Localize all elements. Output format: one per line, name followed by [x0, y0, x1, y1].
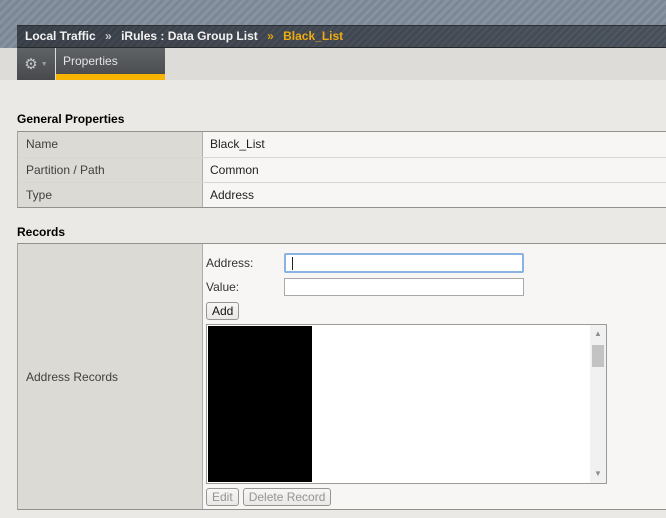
breadcrumb-link-local-traffic[interactable]: Local Traffic [25, 29, 96, 43]
gear-icon: ⚙ [24, 55, 38, 73]
breadcrumb-separator-icon: » [267, 29, 274, 43]
options-menu-button[interactable]: ⚙ ▼ [17, 48, 55, 80]
value-input[interactable] [284, 278, 524, 296]
address-records-content-cell: Address: Value: Add ▲ ▼ Edit Delete Reco… [203, 244, 666, 509]
record-actions-row: Edit Delete Record [206, 488, 666, 506]
records-table: Address Records Address: Value: Add ▲ ▼ [17, 243, 666, 510]
scroll-down-icon[interactable]: ▼ [590, 467, 606, 481]
text-cursor [292, 257, 293, 270]
delete-record-button[interactable]: Delete Record [242, 488, 332, 506]
active-tab-underline [56, 74, 165, 80]
row-label-partition-path: Partition / Path [18, 158, 203, 182]
address-input-row: Address: [206, 253, 666, 273]
edit-button[interactable]: Edit [206, 488, 239, 506]
general-properties-table: Name Black_List Partition / Path Common … [17, 131, 666, 208]
breadcrumb-current-black-list: Black_List [283, 29, 344, 43]
tab-properties-label: Properties [63, 54, 118, 68]
listbox-scrollbar[interactable]: ▲ ▼ [590, 325, 606, 483]
row-label-type: Type [18, 183, 203, 207]
bigip-data-group-properties-page: Local Traffic » iRules : Data Group List… [0, 0, 666, 518]
tab-strip: ⚙ ▼ Properties [0, 48, 666, 80]
add-button[interactable]: Add [206, 302, 240, 320]
row-value-partition-path: Common [203, 158, 666, 182]
tab-properties[interactable]: Properties [56, 48, 165, 80]
table-row: Partition / Path Common [18, 157, 666, 182]
general-properties-heading: General Properties [17, 112, 125, 126]
breadcrumb: Local Traffic » iRules : Data Group List… [17, 25, 666, 48]
row-value-type: Address [203, 183, 666, 207]
records-heading: Records [17, 225, 66, 239]
address-field-label: Address: [206, 256, 254, 270]
value-input-row: Value: [206, 278, 666, 296]
chevron-down-icon: ▼ [40, 60, 48, 68]
value-field-label: Value: [206, 280, 240, 294]
address-records-label: Address Records [26, 369, 119, 384]
row-label-name: Name [18, 132, 203, 157]
address-records-label-cell: Address Records [18, 244, 203, 509]
scroll-up-icon[interactable]: ▲ [590, 327, 606, 341]
row-value-name: Black_List [203, 132, 666, 157]
address-input[interactable] [284, 253, 524, 273]
breadcrumb-link-irules-data-group-list[interactable]: iRules : Data Group List [121, 29, 258, 43]
scrollbar-thumb[interactable] [592, 345, 604, 367]
table-row: Name Black_List [18, 132, 666, 157]
breadcrumb-separator-icon: » [105, 29, 112, 43]
table-row: Type Address [18, 182, 666, 207]
address-records-listbox[interactable]: ▲ ▼ [206, 324, 607, 484]
redacted-list-content [208, 326, 312, 482]
